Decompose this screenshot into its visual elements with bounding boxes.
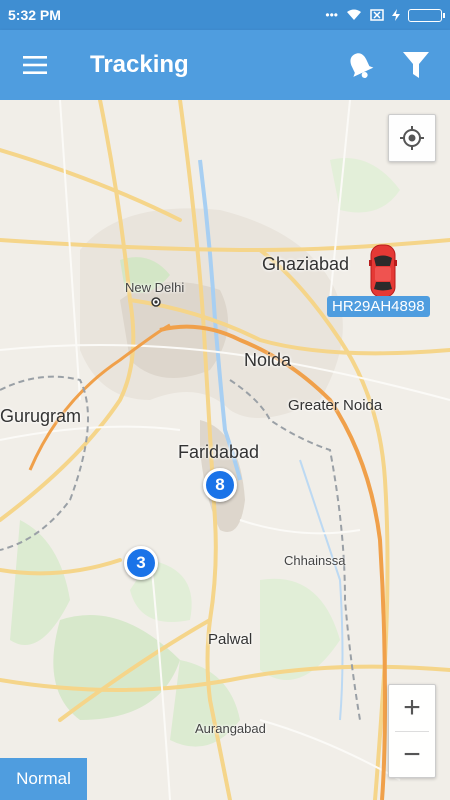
vehicle-cluster-marker[interactable]: 3 bbox=[124, 546, 158, 580]
map-view[interactable]: New Delhi Ghaziabad Noida Gurugram Great… bbox=[0, 100, 450, 800]
filter-icon bbox=[403, 52, 429, 78]
page-title: Tracking bbox=[90, 51, 189, 78]
my-location-button[interactable] bbox=[388, 114, 436, 162]
charging-icon bbox=[392, 9, 400, 21]
battery-icon bbox=[408, 8, 445, 22]
status-bar: 5:32 PM ••• bbox=[0, 0, 450, 30]
notification-dots: ••• bbox=[325, 8, 338, 22]
menu-button[interactable] bbox=[0, 30, 70, 100]
menu-icon bbox=[23, 56, 47, 74]
map-label-greater-noida: Greater Noida bbox=[288, 397, 383, 414]
zoom-controls: + − bbox=[388, 684, 436, 778]
map-label-faridabad: Faridabad bbox=[178, 442, 260, 462]
zoom-out-button[interactable]: − bbox=[389, 732, 435, 778]
map-label-chhainssa: Chhainssa bbox=[284, 553, 346, 568]
crosshair-icon bbox=[400, 126, 424, 150]
app-bar: Tracking bbox=[0, 30, 450, 100]
car-marker-icon[interactable] bbox=[368, 244, 398, 298]
alerts-button[interactable] bbox=[332, 30, 388, 100]
sim-icon bbox=[370, 9, 384, 21]
map-label-ghaziabad: Ghaziabad bbox=[262, 254, 350, 274]
status-time: 5:32 PM bbox=[8, 7, 61, 23]
map-label-new-delhi: New Delhi bbox=[125, 280, 185, 295]
bell-icon bbox=[350, 53, 374, 78]
zoom-in-button[interactable]: + bbox=[389, 685, 435, 731]
map-label-aurangabad: Aurangabad bbox=[195, 721, 266, 736]
map-label-gurugram: Gurugram bbox=[0, 406, 82, 426]
wifi-icon bbox=[347, 9, 361, 20]
map-label-palwal: Palwal bbox=[208, 631, 253, 648]
vehicle-cluster-marker[interactable]: 8 bbox=[203, 468, 237, 502]
status-icons: ••• bbox=[325, 8, 445, 22]
vehicle-plate-label[interactable]: HR29AH4898 bbox=[327, 296, 430, 317]
map-label-noida: Noida bbox=[244, 350, 292, 370]
filter-button[interactable] bbox=[388, 30, 444, 100]
map-type-button[interactable]: Normal bbox=[0, 758, 87, 800]
